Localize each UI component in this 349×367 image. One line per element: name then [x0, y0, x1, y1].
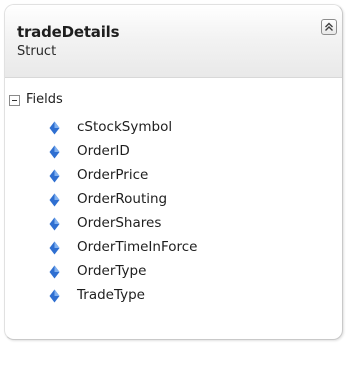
shape-header: tradeDetails Struct — [5, 5, 342, 78]
field-name: OrderType — [77, 263, 147, 279]
double-chevron-up-icon[interactable] — [321, 19, 337, 35]
field-name: TradeType — [77, 287, 145, 303]
field-diamond-icon — [49, 289, 60, 303]
field-diamond-icon — [49, 121, 60, 135]
fields-section-label: Fields — [26, 92, 63, 107]
field-name: OrderRouting — [77, 191, 168, 207]
shape-kind: Struct — [17, 44, 57, 59]
fields-section-header[interactable]: Fields — [5, 92, 342, 112]
field-name: OrderTimeInForce — [77, 239, 198, 255]
shape-title: tradeDetails — [17, 23, 120, 41]
field-name: OrderPrice — [77, 167, 149, 183]
class-diagram-shape[interactable]: tradeDetails Struct Fields cStockSymbol … — [4, 4, 343, 340]
collapse-minus-icon[interactable] — [9, 95, 20, 106]
field-diamond-icon — [49, 241, 60, 255]
field-diamond-icon — [49, 217, 60, 231]
fields-section: Fields cStockSymbol OrderID OrderPrice O… — [5, 92, 342, 303]
field-diamond-icon — [49, 193, 60, 207]
field-name: cStockSymbol — [77, 119, 173, 135]
field-name: OrderShares — [77, 215, 162, 231]
field-name: OrderID — [77, 143, 130, 159]
field-diamond-icon — [49, 169, 60, 183]
field-diamond-icon — [49, 145, 60, 159]
field-diamond-icon — [49, 265, 60, 279]
